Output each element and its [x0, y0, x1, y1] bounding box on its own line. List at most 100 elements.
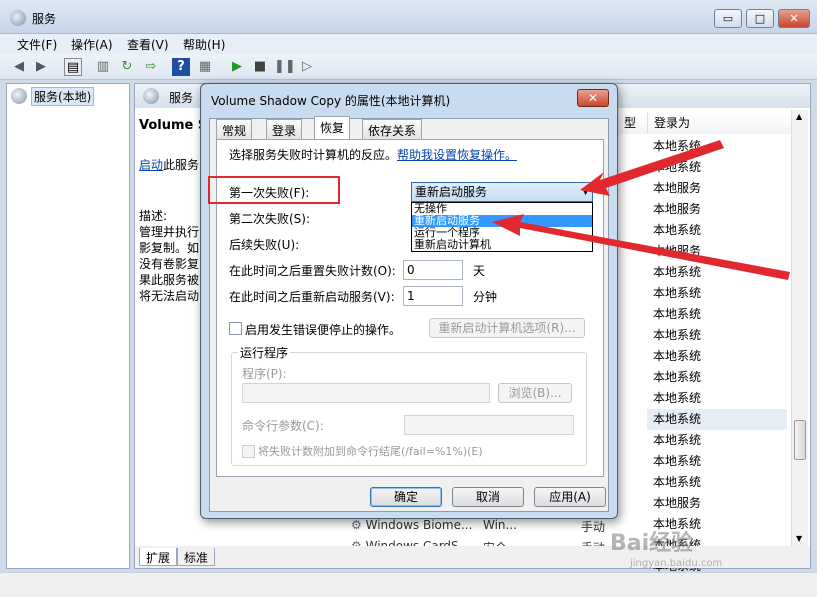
tab-general[interactable]: 常规 — [216, 119, 253, 139]
scroll-up-icon[interactable]: ▲ — [796, 112, 802, 121]
tab-extended[interactable]: 扩展 — [139, 548, 178, 566]
logon-cell[interactable]: 本地系统 — [647, 136, 787, 157]
enable-error-actions-checkbox[interactable] — [229, 322, 242, 335]
forward-icon[interactable]: ▶ — [32, 58, 50, 76]
tab-dependencies[interactable]: 依存关系 — [362, 119, 423, 139]
logon-cell[interactable]: 本地系统 — [647, 220, 787, 241]
back-icon[interactable]: ◀ — [10, 58, 28, 76]
start-service-link[interactable]: 启动 — [139, 158, 163, 172]
service-start: 手动 — [581, 520, 606, 534]
tab-standard[interactable]: 标准 — [177, 548, 216, 566]
baidu-watermark-logo: Bai经验 — [610, 531, 694, 556]
logon-cell[interactable]: 本地系统 — [647, 367, 787, 388]
failure-action-dropdown: 无操作 重新启动服务 运行一个程序 重新启动计算机 — [411, 202, 593, 252]
run-program-group: 运行程序 程序(P): 浏览(B)... 命令行参数(C): 将失败计数附加到命… — [231, 344, 587, 466]
start-service-suffix: 此服务 — [163, 158, 200, 172]
dialog-close-button[interactable]: ✕ — [577, 89, 609, 107]
services-pane-title: 服务 — [169, 91, 194, 105]
menu-file[interactable]: 文件(F) — [17, 36, 57, 53]
menu-action[interactable]: 操作(A) — [71, 36, 113, 53]
start-service-line: 启动此服务 — [139, 156, 199, 173]
append-fail-count-label: 将失败计数附加到命令行结尾(/fail=%1%)(E) — [258, 445, 483, 458]
window-titlebar: 服务 ▭ □ ✕ — [0, 0, 817, 34]
menu-bar: 文件(F) 操作(A) 查看(V) 帮助(H) — [0, 34, 817, 54]
reset-count-unit: 天 — [473, 264, 486, 278]
first-failure-select[interactable]: 重新启动服务 ▼ — [411, 182, 593, 202]
tab-recovery[interactable]: 恢复 — [314, 116, 351, 140]
logon-cell[interactable]: 本地系统 — [647, 262, 787, 283]
logon-cell[interactable]: 本地系统 — [647, 409, 787, 430]
logon-cell[interactable]: 本地系统 — [647, 430, 787, 451]
maximize-button[interactable]: □ — [746, 9, 774, 28]
restart-computer-options-button[interactable]: 重新启动计算机选项(R)... — [429, 318, 585, 338]
column-header-logon-as[interactable]: 登录为 — [647, 112, 791, 134]
browse-button[interactable]: 浏览(B)... — [498, 383, 572, 403]
services-gear-icon — [143, 88, 159, 104]
logon-cell[interactable]: 本地系统 — [647, 388, 787, 409]
tree-item-services-local[interactable]: 服务(本地) — [31, 87, 95, 106]
logon-cell[interactable]: 本地系统 — [647, 451, 787, 472]
toolbar: ◀ ▶ ▤ ▥ ↻ ⇨ ? ▦ ▶ ■ ❚❚ ▷ — [0, 54, 817, 80]
logon-cell[interactable]: 本地系统 — [647, 283, 787, 304]
logon-cell[interactable]: 本地服务 — [647, 199, 787, 220]
recovery-help-link[interactable]: 帮助我设置恢复操作。 — [397, 148, 517, 162]
description-label: 描述: — [139, 209, 168, 223]
cmdline-label: 命令行参数(C): — [242, 419, 324, 433]
logon-cell[interactable]: 本地服务 — [647, 178, 787, 199]
logon-cell[interactable]: 本地系统 — [647, 472, 787, 493]
logon-cell[interactable]: 本地系统 — [647, 325, 787, 346]
annotation-highlight-box — [208, 176, 340, 204]
service-gear-icon: ⚙ — [351, 518, 362, 532]
baidu-watermark-url: jingyan.baidu.com — [630, 558, 723, 569]
description-text: 管理并执行 影复制。如 没有卷影复 果此服务被 将无法启动 — [139, 225, 200, 303]
status-bar — [0, 572, 817, 597]
menu-view[interactable]: 查看(V) — [127, 36, 169, 53]
recovery-prompt-text: 选择服务失败时计算机的反应。 — [229, 148, 398, 162]
logon-cell[interactable]: 本地系统 — [647, 346, 787, 367]
apply-button[interactable]: 应用(A) — [534, 487, 606, 507]
logon-cell[interactable]: 本地系统 — [647, 157, 787, 178]
logon-cell[interactable]: 本地服务 — [647, 241, 787, 262]
restart-delay-label: 在此时间之后重新启动服务(V): — [229, 290, 395, 304]
cmdline-field[interactable] — [404, 415, 574, 435]
dialog-title: Volume Shadow Copy 的属性(本地计算机) — [211, 94, 451, 108]
export-list-icon[interactable]: ⇨ — [142, 58, 160, 76]
ok-button[interactable]: 确定 — [370, 487, 442, 507]
show-hide-icon[interactable]: ▦ — [196, 58, 214, 76]
reset-count-field[interactable]: 0 — [403, 260, 463, 280]
stop-service-icon[interactable]: ■ — [251, 58, 269, 76]
console-tree-icon[interactable]: ▤ — [64, 58, 82, 76]
minimize-button[interactable]: ▭ — [714, 9, 742, 28]
restart-delay-unit: 分钟 — [473, 290, 498, 304]
logon-cell[interactable]: 本地系统 — [647, 304, 787, 325]
vertical-scrollbar[interactable]: ▲ ▼ — [791, 110, 808, 546]
resume-service-icon[interactable]: ▷ — [298, 58, 316, 76]
tab-logon[interactable]: 登录 — [266, 119, 303, 139]
option-restart-computer[interactable]: 重新启动计算机 — [412, 239, 592, 251]
start-service-icon[interactable]: ▶ — [228, 58, 246, 76]
scroll-down-icon[interactable]: ▼ — [796, 534, 802, 543]
window-title: 服务 — [32, 12, 57, 26]
properties-icon[interactable]: ▥ — [94, 58, 112, 76]
help-icon[interactable]: ? — [172, 58, 190, 76]
console-tree-pane: 服务(本地) — [6, 83, 130, 569]
logon-cell[interactable]: 本地服务 — [647, 493, 787, 514]
cancel-button[interactable]: 取消 — [452, 487, 524, 507]
services-gear-icon — [10, 10, 26, 26]
service-row-windows-biometric[interactable]: ⚙ Windows Biome... Win... 手动 — [351, 518, 605, 534]
program-label: 程序(P): — [242, 367, 287, 381]
first-failure-value: 重新启动服务 — [415, 185, 488, 199]
pause-service-icon[interactable]: ❚❚ — [274, 58, 296, 76]
enable-error-actions-label: 启用发生错误便停止的操作。 — [245, 323, 402, 337]
scroll-thumb[interactable] — [794, 420, 806, 460]
column-header-startup-type[interactable]: 型 — [617, 112, 647, 134]
service-name: Windows Biome... — [365, 518, 473, 532]
close-window-button[interactable]: ✕ — [778, 9, 810, 28]
subsequent-failure-label: 后续失败(U): — [229, 238, 300, 252]
refresh-icon[interactable]: ↻ — [118, 58, 136, 76]
restart-delay-field[interactable]: 1 — [403, 286, 463, 306]
selected-service-name: Volume S — [139, 118, 208, 133]
program-field[interactable] — [242, 383, 490, 403]
append-fail-count-checkbox[interactable] — [242, 445, 255, 458]
menu-help[interactable]: 帮助(H) — [183, 36, 225, 53]
